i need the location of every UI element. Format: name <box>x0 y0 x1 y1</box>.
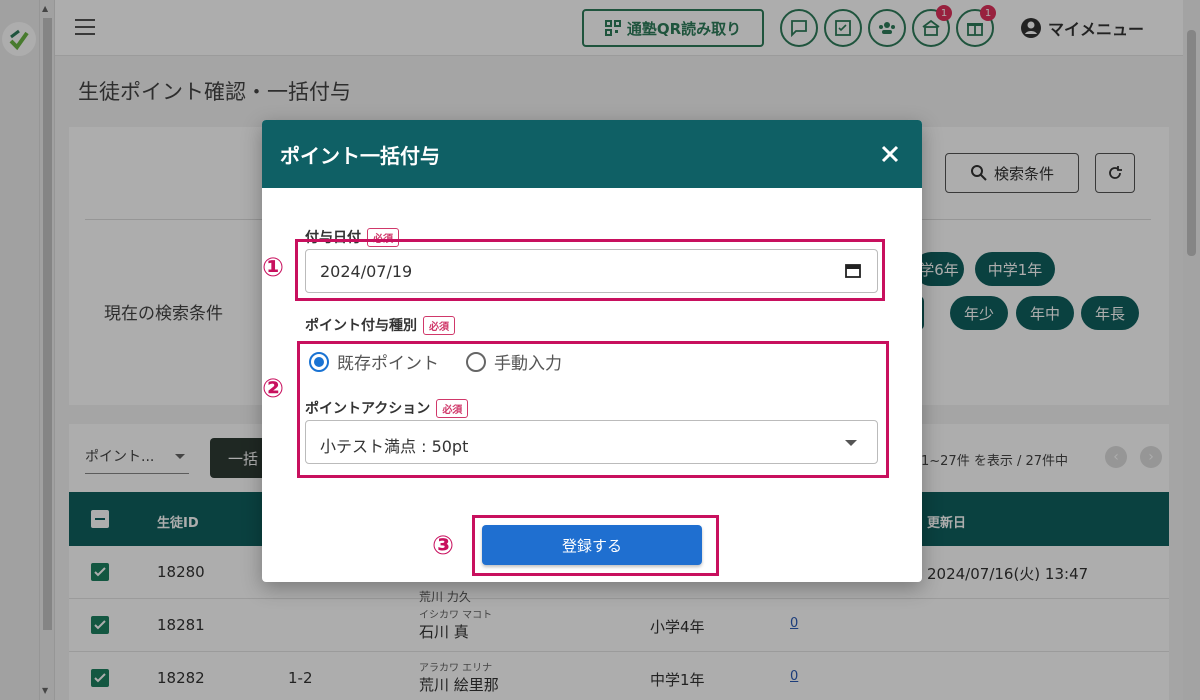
close-icon[interactable] <box>878 142 902 166</box>
annotation-box-3 <box>472 515 719 576</box>
annotation-box-2 <box>297 341 889 478</box>
annotation-number-3: ③ <box>432 531 455 561</box>
annotation-number-2: ② <box>262 374 285 404</box>
required-badge: 必須 <box>423 315 455 335</box>
type-label-text: ポイント付与種別 <box>305 318 417 334</box>
annotation-number-1: ① <box>262 253 285 283</box>
type-field-label: ポイント付与種別 必須 <box>305 315 455 335</box>
annotation-box-1 <box>295 239 885 301</box>
dialog-title: ポイント一括付与 <box>262 120 922 188</box>
